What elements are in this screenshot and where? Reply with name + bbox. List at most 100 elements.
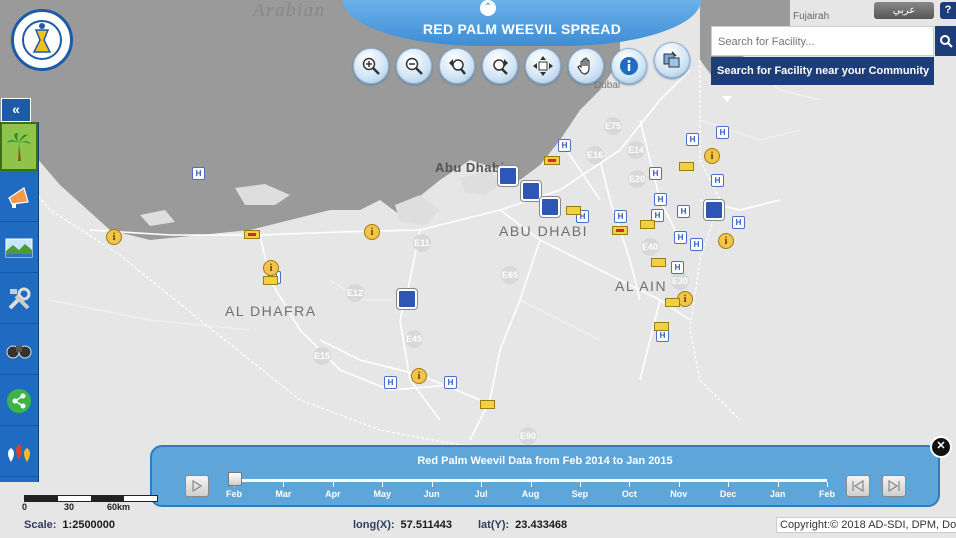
facility-marker[interactable] (704, 200, 724, 220)
authority-logo (11, 9, 73, 71)
pan-hand-icon[interactable] (568, 48, 604, 84)
trap-marker[interactable] (544, 156, 560, 165)
facility-marker[interactable] (397, 289, 417, 309)
zoom-in-icon[interactable] (353, 48, 389, 84)
scale-bar-label: 0 (22, 502, 28, 512)
scale-bar (24, 495, 158, 502)
share-icon[interactable] (0, 376, 38, 426)
trap-marker[interactable] (612, 226, 628, 235)
hospital-marker[interactable]: H (614, 210, 627, 223)
road-shield: E14 (627, 141, 645, 159)
info-marker[interactable]: i (704, 148, 720, 164)
survey-marker[interactable] (566, 206, 581, 215)
tools-icon[interactable] (0, 274, 38, 324)
survey-marker[interactable] (679, 162, 694, 171)
hospital-marker[interactable]: H (690, 238, 703, 251)
community-search-label: Search for Facility near your Community (717, 65, 930, 77)
longitude-label: long(X): (353, 519, 395, 531)
palm-tree-icon[interactable] (0, 122, 38, 171)
timeline-slider-thumb[interactable] (228, 472, 242, 486)
sidebar (0, 122, 39, 482)
hospital-marker[interactable]: H (444, 376, 457, 389)
bullhorn-icon[interactable] (0, 172, 38, 222)
hospital-marker[interactable]: H (686, 133, 699, 146)
timeline-month-label[interactable]: Dec (720, 489, 737, 499)
timeline-month-label[interactable]: Oct (622, 489, 637, 499)
al-ain-label: AL AIN (615, 278, 668, 294)
survey-marker[interactable] (654, 322, 669, 331)
longitude-readout: long(X): 57.511443 (353, 519, 452, 531)
hospital-marker[interactable]: H (677, 205, 690, 218)
zoom-out-icon[interactable] (396, 48, 432, 84)
timeline-tick (678, 482, 680, 487)
abu-dhabi-city-label: Abu Dhabi (435, 160, 505, 175)
timeline-month-label[interactable]: Apr (325, 489, 341, 499)
landscape-icon[interactable] (0, 223, 38, 273)
hospital-marker[interactable]: H (192, 167, 205, 180)
language-button[interactable]: عربي (874, 2, 934, 19)
info-marker[interactable]: i (411, 368, 427, 384)
search-button[interactable] (935, 26, 956, 56)
collapse-up-icon[interactable]: ⌃ (480, 0, 496, 16)
timeline-month-label[interactable]: Nov (670, 489, 687, 499)
survey-marker[interactable] (640, 220, 655, 229)
timeline-month-label[interactable]: May (373, 489, 391, 499)
road-shield: E15 (313, 347, 331, 365)
facility-search-input[interactable] (712, 27, 930, 57)
help-button[interactable]: ? (940, 2, 956, 19)
info-marker[interactable]: i (718, 233, 734, 249)
hospital-marker[interactable]: H (732, 216, 745, 229)
collapse-sidebar-button[interactable]: « (1, 98, 31, 122)
scale-label: Scale: (24, 519, 57, 531)
step-forward-button[interactable] (882, 475, 906, 497)
survey-marker[interactable] (651, 258, 666, 267)
forward-icon[interactable] (482, 48, 518, 84)
play-button[interactable] (185, 475, 209, 497)
hospital-marker[interactable]: H (716, 126, 729, 139)
timeline-month-label[interactable]: Feb (819, 489, 835, 499)
hospital-marker[interactable]: H (384, 376, 397, 389)
timeline-tick (283, 482, 285, 487)
hospital-marker[interactable]: H (671, 261, 684, 274)
scale-bar-label: 30 (64, 502, 75, 512)
timeline-tick (332, 482, 334, 487)
trap-marker[interactable] (244, 230, 260, 239)
facility-marker[interactable] (521, 181, 541, 201)
timeline-month-label[interactable]: Feb (226, 489, 242, 499)
location-pins-icon[interactable] (0, 427, 38, 477)
timeline-month-label[interactable]: Mar (275, 489, 291, 499)
timeline-tick (530, 482, 532, 487)
hospital-marker[interactable]: H (711, 174, 724, 187)
community-search-dropdown[interactable]: Search for Facility near your Community (711, 57, 934, 103)
fujairah-label: Fujairah (793, 11, 830, 22)
facility-marker[interactable] (540, 197, 560, 217)
timeline-month-label[interactable]: Jun (424, 489, 440, 499)
survey-marker[interactable] (665, 298, 680, 307)
play-icon (192, 480, 202, 492)
info-marker[interactable]: i (106, 229, 122, 245)
chevron-down-icon (722, 96, 732, 103)
map-scale: Scale: 1:2500000 (24, 519, 115, 531)
al-dhafra-label: AL DHAFRA (225, 303, 317, 319)
hospital-marker[interactable]: H (558, 139, 571, 152)
facility-marker[interactable] (498, 166, 518, 186)
timeline-month-label[interactable]: Jan (770, 489, 786, 499)
timeline-month-label[interactable]: Aug (522, 489, 540, 499)
timeline-month-label[interactable]: Jul (475, 489, 488, 499)
info-marker[interactable]: i (263, 260, 279, 276)
full-extent-icon[interactable] (525, 48, 561, 84)
hospital-marker[interactable]: H (649, 167, 662, 180)
step-back-button[interactable] (846, 475, 870, 497)
info-marker[interactable]: i (364, 224, 380, 240)
facility-search-field[interactable] (711, 26, 934, 57)
binoculars-icon[interactable] (0, 325, 38, 375)
info-icon[interactable] (611, 48, 647, 84)
back-icon[interactable] (439, 48, 475, 84)
map-layers-icon[interactable] (654, 42, 690, 78)
hospital-marker[interactable]: H (674, 231, 687, 244)
close-timeline-button[interactable]: ✕ (930, 436, 952, 458)
hospital-marker[interactable]: H (654, 193, 667, 206)
survey-marker[interactable] (263, 276, 278, 285)
timeline-month-label[interactable]: Sep (572, 489, 589, 499)
survey-marker[interactable] (480, 400, 495, 409)
